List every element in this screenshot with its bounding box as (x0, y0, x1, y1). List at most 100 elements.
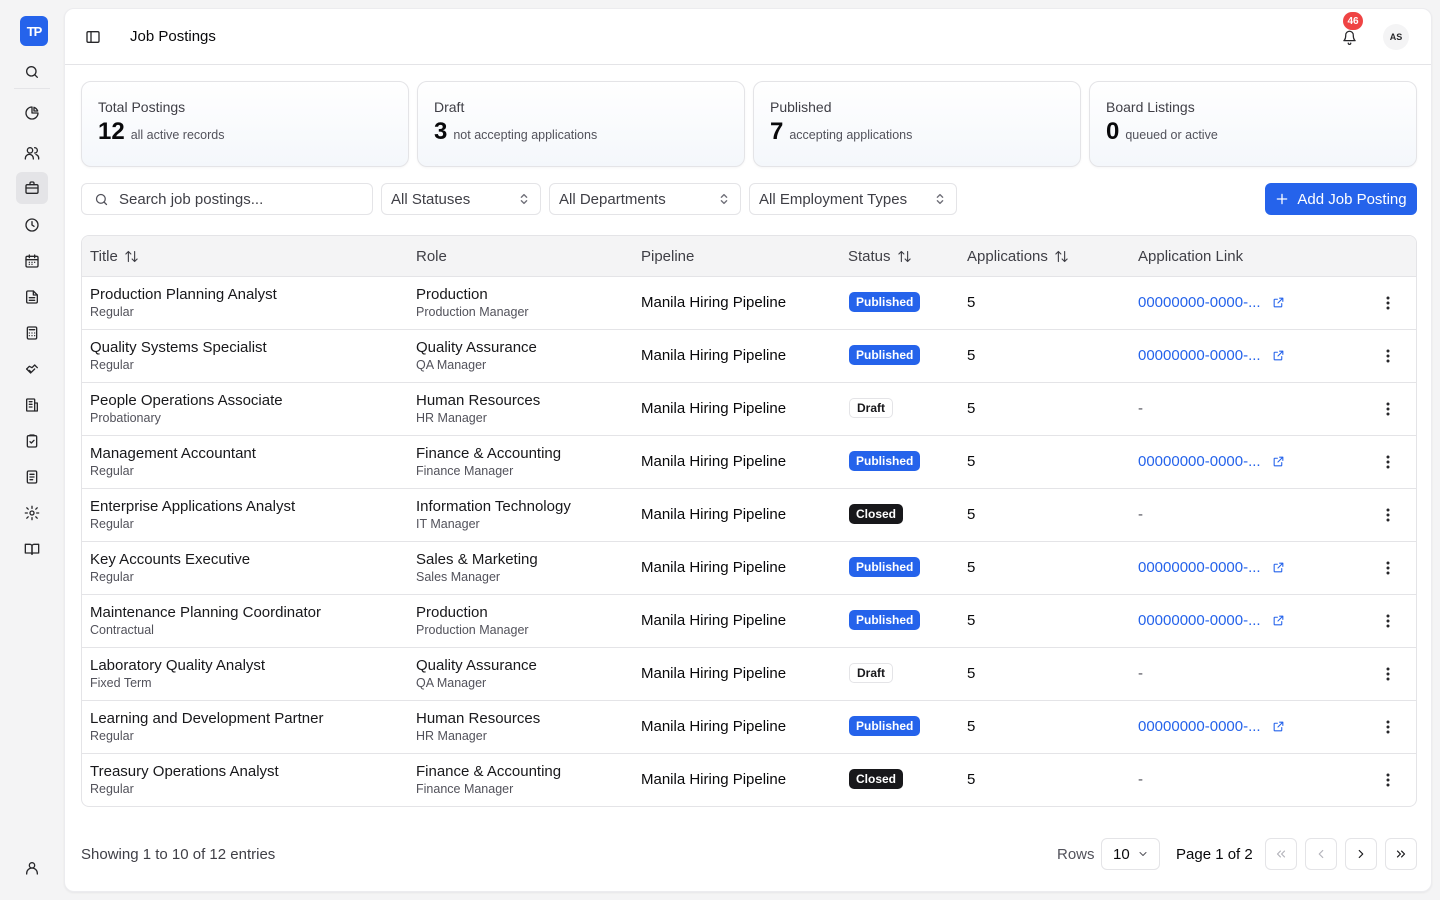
job-title[interactable]: Maintenance Planning Coordinator (90, 604, 321, 622)
rows-per-page-select[interactable]: 10 (1101, 838, 1160, 870)
row-actions-menu-button[interactable] (1379, 559, 1397, 577)
table-row[interactable]: Enterprise Applications Analyst Regular In… (82, 489, 1416, 542)
job-title[interactable]: Laboratory Quality Analyst (90, 657, 265, 675)
job-title[interactable]: Treasury Operations Analyst (90, 763, 279, 781)
chevrons-up-down-icon (936, 193, 944, 205)
app-logo[interactable]: TP (20, 16, 48, 46)
department: Production (416, 286, 488, 303)
hiring-manager: Finance Manager (416, 464, 514, 478)
job-title[interactable]: People Operations Associate (90, 392, 283, 410)
sidebar-toggle-button[interactable] (79, 23, 107, 51)
stat-card-total: Total Postings 12 all active records (81, 81, 409, 167)
department-filter-select[interactable]: All Departments (549, 183, 741, 215)
status-cell: Closed (849, 504, 904, 524)
external-link-icon[interactable] (1272, 296, 1285, 309)
next-page-button[interactable] (1345, 838, 1377, 870)
external-link-icon[interactable] (1272, 614, 1285, 627)
employment-type-filter-select[interactable]: All Employment Types (749, 183, 957, 215)
briefcase-icon[interactable] (16, 172, 48, 204)
row-actions-menu-button[interactable] (1379, 718, 1397, 736)
application-link-cell: 00000000-0000-... (1138, 453, 1285, 470)
stat-value: 12 (98, 118, 125, 145)
handshake-icon[interactable] (16, 353, 48, 385)
row-actions-menu-button[interactable] (1379, 453, 1397, 471)
user-avatar[interactable]: AS (1383, 24, 1409, 50)
row-actions-menu-button[interactable] (1379, 665, 1397, 683)
table-row[interactable]: People Operations Associate Probationary H… (82, 383, 1416, 436)
table-row[interactable]: Laboratory Quality Analyst Fixed Term Qual… (82, 648, 1416, 701)
table-row[interactable]: Key Accounts Executive Regular Sales & Mar… (82, 542, 1416, 595)
column-header-title[interactable]: Title (90, 248, 139, 265)
previous-page-button[interactable] (1305, 838, 1337, 870)
job-title[interactable]: Management Accountant (90, 445, 256, 463)
application-link-cell: 00000000-0000-... (1138, 347, 1285, 364)
row-actions-menu-button[interactable] (1379, 612, 1397, 630)
role-cell: Quality Assurance QA Manager (416, 657, 537, 691)
column-label: Application Link (1138, 248, 1244, 265)
application-link[interactable]: 00000000-0000-... (1138, 718, 1261, 735)
no-link-placeholder: - (1138, 771, 1143, 788)
add-job-posting-button[interactable]: Add Job Posting (1265, 183, 1417, 215)
status-filter-select[interactable]: All Statuses (381, 183, 541, 215)
row-actions-menu-button[interactable] (1379, 294, 1397, 312)
row-actions-menu-button[interactable] (1379, 347, 1397, 365)
row-actions-menu-button[interactable] (1379, 400, 1397, 418)
job-title-cell: Management Accountant Regular (90, 445, 256, 479)
search-icon[interactable] (16, 56, 48, 88)
clock-icon[interactable] (16, 209, 48, 241)
settings-gear-icon[interactable] (16, 497, 48, 529)
calculator-icon[interactable] (16, 317, 48, 349)
table-header: Title Role Pipeline Status Applications … (82, 236, 1416, 277)
calendar-icon[interactable] (16, 245, 48, 277)
book-open-icon[interactable] (16, 533, 48, 565)
row-actions-menu-button[interactable] (1379, 771, 1397, 789)
status-cell: Published (849, 292, 921, 312)
job-title[interactable]: Key Accounts Executive (90, 551, 250, 569)
column-header-status[interactable]: Status (848, 248, 912, 265)
document-icon[interactable] (16, 281, 48, 313)
notepad-icon[interactable] (16, 461, 48, 493)
table-row[interactable]: Production Planning Analyst Regular Produc… (82, 277, 1416, 330)
table-row[interactable]: Learning and Development Partner Regular H… (82, 701, 1416, 754)
first-page-button[interactable] (1265, 838, 1297, 870)
external-link-icon[interactable] (1272, 561, 1285, 574)
user-profile-icon[interactable] (16, 852, 48, 884)
job-title[interactable]: Production Planning Analyst (90, 286, 277, 304)
chevrons-left-icon (1276, 850, 1286, 858)
search-input[interactable] (119, 190, 359, 208)
building-icon[interactable] (16, 389, 48, 421)
more-vertical-icon (1386, 508, 1390, 522)
role-cell: Finance & Accounting Finance Manager (416, 445, 561, 479)
table-row[interactable]: Treasury Operations Analyst Regular Financ… (82, 754, 1416, 806)
users-icon[interactable] (16, 137, 48, 169)
application-link[interactable]: 00000000-0000-... (1138, 294, 1261, 311)
external-link-icon[interactable] (1272, 455, 1285, 468)
dashboard-chart-icon[interactable] (16, 97, 48, 129)
status-badge: Published (849, 716, 921, 736)
job-title[interactable]: Quality Systems Specialist (90, 339, 267, 357)
external-link-icon[interactable] (1272, 720, 1285, 733)
row-actions-menu-button[interactable] (1379, 506, 1397, 524)
more-vertical-icon (1386, 561, 1390, 575)
external-link-icon[interactable] (1272, 349, 1285, 362)
application-link[interactable]: 00000000-0000-... (1138, 453, 1261, 470)
department: Information Technology (416, 498, 571, 515)
last-page-button[interactable] (1385, 838, 1417, 870)
column-header-applications[interactable]: Applications (967, 248, 1069, 265)
application-link[interactable]: 00000000-0000-... (1138, 612, 1261, 629)
job-title[interactable]: Learning and Development Partner (90, 710, 323, 728)
status-filter-value: All Statuses (391, 190, 471, 208)
job-title[interactable]: Enterprise Applications Analyst (90, 498, 295, 516)
sort-arrows-icon (125, 250, 138, 263)
table-row[interactable]: Quality Systems Specialist Regular Quality… (82, 330, 1416, 383)
table-row[interactable]: Management Accountant Regular Finance & Ac… (82, 436, 1416, 489)
stat-card-published: Published 7 accepting applications (753, 81, 1081, 167)
clipboard-check-icon[interactable] (16, 425, 48, 457)
application-link-cell: - (1138, 665, 1143, 682)
chevrons-up-down-icon (720, 193, 728, 205)
table-row[interactable]: Maintenance Planning Coordinator Contract… (82, 595, 1416, 648)
chevron-down-icon (1139, 852, 1147, 856)
applications-count: 5 (967, 612, 976, 629)
application-link[interactable]: 00000000-0000-... (1138, 559, 1261, 576)
application-link[interactable]: 00000000-0000-... (1138, 347, 1261, 364)
